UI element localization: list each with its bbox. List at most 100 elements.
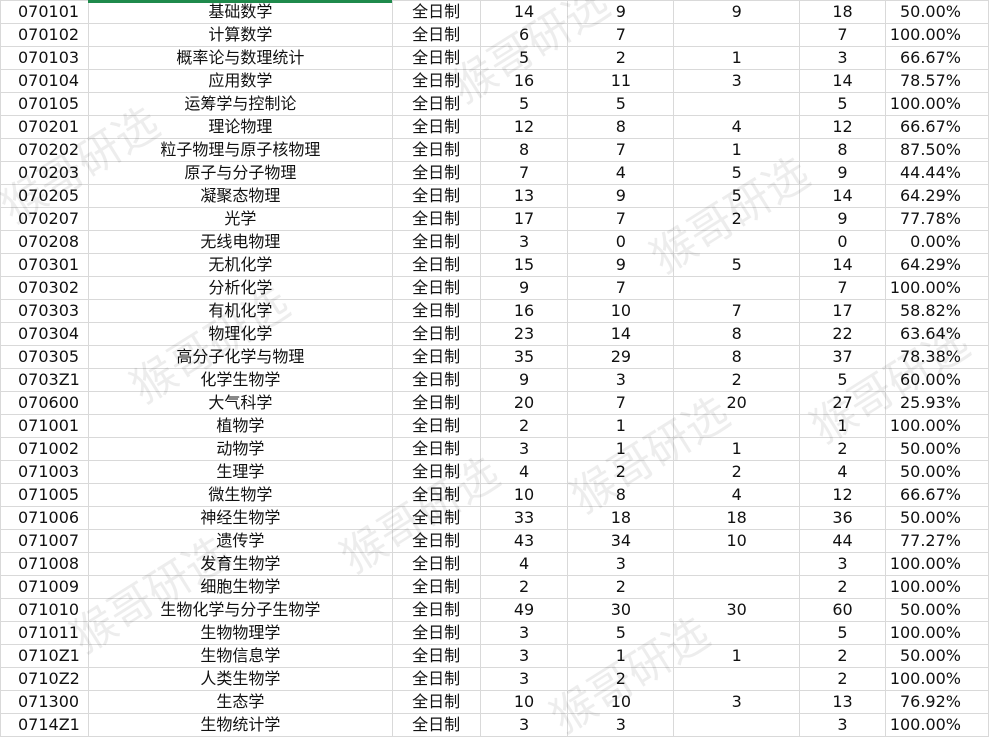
cell-admitted-transfer[interactable]: 1 bbox=[673, 644, 801, 668]
cell-applicants[interactable]: 10 bbox=[479, 483, 569, 507]
cell-admitted-first[interactable]: 1 bbox=[567, 437, 675, 461]
cell-admitted-first[interactable]: 11 bbox=[567, 69, 675, 93]
cell-admitted-first[interactable]: 3 bbox=[567, 368, 675, 392]
cell-admitted-first[interactable]: 18 bbox=[567, 506, 675, 530]
cell-study-type[interactable]: 全日制 bbox=[391, 598, 481, 622]
cell-admitted-total[interactable]: 12 bbox=[799, 483, 886, 507]
cell-admission-rate[interactable]: 44.44% bbox=[884, 161, 989, 185]
cell-study-type[interactable]: 全日制 bbox=[391, 575, 481, 599]
cell-study-type[interactable]: 全日制 bbox=[391, 713, 481, 737]
cell-major-name[interactable]: 细胞生物学 bbox=[87, 575, 393, 599]
cell-major-name[interactable]: 物理化学 bbox=[87, 322, 393, 346]
cell-admitted-first[interactable]: 9 bbox=[567, 253, 675, 277]
cell-admitted-transfer[interactable]: 18 bbox=[673, 506, 801, 530]
cell-major-name[interactable]: 发育生物学 bbox=[87, 552, 393, 576]
cell-study-type[interactable]: 全日制 bbox=[391, 0, 481, 24]
cell-admitted-transfer[interactable] bbox=[673, 414, 801, 438]
cell-admission-rate[interactable]: 100.00% bbox=[884, 414, 989, 438]
cell-major-code[interactable]: 070101 bbox=[0, 0, 89, 24]
cell-major-code[interactable]: 071006 bbox=[0, 506, 89, 530]
cell-major-code[interactable]: 0703Z1 bbox=[0, 368, 89, 392]
cell-study-type[interactable]: 全日制 bbox=[391, 345, 481, 369]
cell-admitted-transfer[interactable]: 5 bbox=[673, 253, 801, 277]
cell-major-code[interactable]: 070301 bbox=[0, 253, 89, 277]
cell-major-code[interactable]: 0710Z2 bbox=[0, 667, 89, 691]
cell-admitted-total[interactable]: 14 bbox=[799, 69, 886, 93]
cell-major-code[interactable]: 070105 bbox=[0, 92, 89, 116]
cell-admitted-transfer[interactable] bbox=[673, 23, 801, 47]
cell-admission-rate[interactable]: 66.67% bbox=[884, 115, 989, 139]
cell-admission-rate[interactable]: 0.00% bbox=[884, 230, 989, 254]
cell-admitted-total[interactable]: 9 bbox=[799, 207, 886, 231]
cell-major-name[interactable]: 动物学 bbox=[87, 437, 393, 461]
cell-applicants[interactable]: 35 bbox=[479, 345, 569, 369]
cell-applicants[interactable]: 33 bbox=[479, 506, 569, 530]
cell-major-code[interactable]: 070302 bbox=[0, 276, 89, 300]
cell-admitted-total[interactable]: 2 bbox=[799, 667, 886, 691]
cell-major-code[interactable]: 070303 bbox=[0, 299, 89, 323]
cell-admitted-transfer[interactable] bbox=[673, 713, 801, 737]
cell-applicants[interactable]: 14 bbox=[479, 0, 569, 24]
cell-major-name[interactable]: 生物物理学 bbox=[87, 621, 393, 645]
cell-study-type[interactable]: 全日制 bbox=[391, 138, 481, 162]
cell-major-name[interactable]: 人类生物学 bbox=[87, 667, 393, 691]
cell-major-name[interactable]: 粒子物理与原子核物理 bbox=[87, 138, 393, 162]
cell-applicants[interactable]: 16 bbox=[479, 299, 569, 323]
cell-admitted-first[interactable]: 5 bbox=[567, 92, 675, 116]
cell-admitted-total[interactable]: 5 bbox=[799, 368, 886, 392]
cell-admitted-first[interactable]: 1 bbox=[567, 644, 675, 668]
cell-admitted-first[interactable]: 2 bbox=[567, 575, 675, 599]
cell-major-name[interactable]: 微生物学 bbox=[87, 483, 393, 507]
cell-admitted-total[interactable]: 3 bbox=[799, 713, 886, 737]
cell-admitted-first[interactable]: 10 bbox=[567, 299, 675, 323]
cell-major-name[interactable]: 遗传学 bbox=[87, 529, 393, 553]
cell-admitted-first[interactable]: 3 bbox=[567, 713, 675, 737]
cell-admission-rate[interactable]: 50.00% bbox=[884, 644, 989, 668]
cell-admission-rate[interactable]: 50.00% bbox=[884, 437, 989, 461]
cell-major-code[interactable]: 070205 bbox=[0, 184, 89, 208]
cell-major-code[interactable]: 071005 bbox=[0, 483, 89, 507]
cell-major-code[interactable]: 071001 bbox=[0, 414, 89, 438]
cell-major-code[interactable]: 071011 bbox=[0, 621, 89, 645]
cell-applicants[interactable]: 13 bbox=[479, 184, 569, 208]
cell-study-type[interactable]: 全日制 bbox=[391, 207, 481, 231]
cell-admitted-first[interactable]: 10 bbox=[567, 690, 675, 714]
cell-admitted-first[interactable]: 4 bbox=[567, 161, 675, 185]
cell-applicants[interactable]: 3 bbox=[479, 230, 569, 254]
cell-admitted-total[interactable]: 2 bbox=[799, 575, 886, 599]
cell-admission-rate[interactable]: 64.29% bbox=[884, 253, 989, 277]
cell-admitted-transfer[interactable] bbox=[673, 230, 801, 254]
cell-admitted-total[interactable]: 5 bbox=[799, 92, 886, 116]
cell-applicants[interactable]: 3 bbox=[479, 437, 569, 461]
cell-admitted-total[interactable]: 4 bbox=[799, 460, 886, 484]
cell-applicants[interactable]: 6 bbox=[479, 23, 569, 47]
cell-applicants[interactable]: 9 bbox=[479, 276, 569, 300]
cell-major-code[interactable]: 070600 bbox=[0, 391, 89, 415]
cell-admission-rate[interactable]: 100.00% bbox=[884, 276, 989, 300]
cell-admission-rate[interactable]: 100.00% bbox=[884, 92, 989, 116]
cell-major-name[interactable]: 应用数学 bbox=[87, 69, 393, 93]
cell-admission-rate[interactable]: 77.78% bbox=[884, 207, 989, 231]
cell-admission-rate[interactable]: 50.00% bbox=[884, 598, 989, 622]
cell-admitted-total[interactable]: 9 bbox=[799, 161, 886, 185]
cell-admission-rate[interactable]: 77.27% bbox=[884, 529, 989, 553]
cell-admitted-total[interactable]: 14 bbox=[799, 184, 886, 208]
cell-applicants[interactable]: 4 bbox=[479, 460, 569, 484]
cell-applicants[interactable]: 17 bbox=[479, 207, 569, 231]
cell-study-type[interactable]: 全日制 bbox=[391, 322, 481, 346]
cell-admission-rate[interactable]: 64.29% bbox=[884, 184, 989, 208]
cell-major-name[interactable]: 计算数学 bbox=[87, 23, 393, 47]
cell-admitted-first[interactable]: 34 bbox=[567, 529, 675, 553]
cell-study-type[interactable]: 全日制 bbox=[391, 115, 481, 139]
cell-study-type[interactable]: 全日制 bbox=[391, 529, 481, 553]
cell-major-name[interactable]: 生态学 bbox=[87, 690, 393, 714]
cell-admitted-transfer[interactable]: 4 bbox=[673, 483, 801, 507]
cell-admitted-first[interactable]: 8 bbox=[567, 115, 675, 139]
cell-study-type[interactable]: 全日制 bbox=[391, 483, 481, 507]
cell-admitted-transfer[interactable]: 7 bbox=[673, 299, 801, 323]
cell-major-name[interactable]: 基础数学 bbox=[87, 0, 393, 24]
cell-study-type[interactable]: 全日制 bbox=[391, 184, 481, 208]
cell-applicants[interactable]: 43 bbox=[479, 529, 569, 553]
cell-major-code[interactable]: 070102 bbox=[0, 23, 89, 47]
cell-admitted-total[interactable]: 18 bbox=[799, 0, 886, 24]
